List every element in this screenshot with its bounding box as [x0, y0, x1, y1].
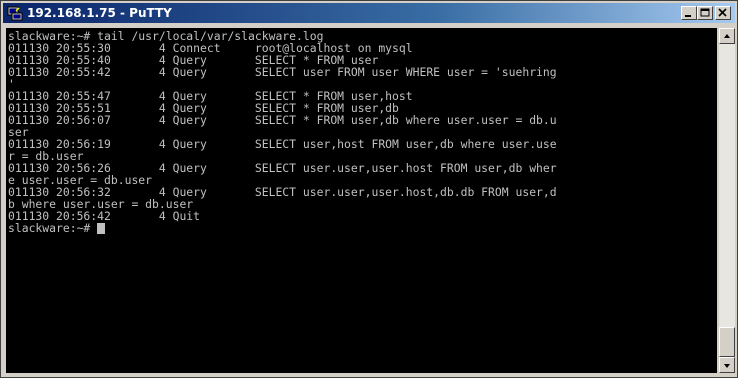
text-cursor — [97, 223, 106, 234]
scroll-up-button[interactable] — [719, 28, 735, 44]
putty-icon[interactable] — [7, 5, 23, 21]
minimize-icon — [685, 15, 691, 17]
close-button[interactable] — [715, 6, 731, 20]
terminal-line: 011130 20:56:19 4 Query SELECT user,host… — [8, 137, 557, 151]
window-title: 192.168.1.75 - PuTTY — [27, 6, 172, 20]
maximize-button[interactable] — [697, 6, 713, 20]
title-bar[interactable]: 192.168.1.75 - PuTTY — [3, 3, 735, 23]
terminal-screen[interactable]: slackware:~# tail /usr/local/var/slackwa… — [6, 28, 717, 373]
vertical-scrollbar[interactable] — [719, 28, 735, 373]
minimize-button[interactable] — [681, 6, 697, 20]
scroll-thumb[interactable] — [719, 327, 735, 357]
scroll-up-arrow-icon — [724, 34, 730, 38]
scroll-down-button[interactable] — [719, 357, 735, 373]
maximize-icon — [700, 8, 710, 17]
scroll-down-arrow-icon — [724, 364, 730, 368]
close-icon — [718, 8, 727, 17]
terminal-line: 011130 20:56:07 4 Query SELECT * FROM us… — [8, 113, 557, 127]
shell-prompt: slackware:~# — [8, 221, 98, 235]
putty-window: 192.168.1.75 - PuTTY slackware:~# tail /… — [0, 0, 738, 378]
terminal-line: 011130 20:55:42 4 Query SELECT user FROM… — [8, 65, 557, 79]
